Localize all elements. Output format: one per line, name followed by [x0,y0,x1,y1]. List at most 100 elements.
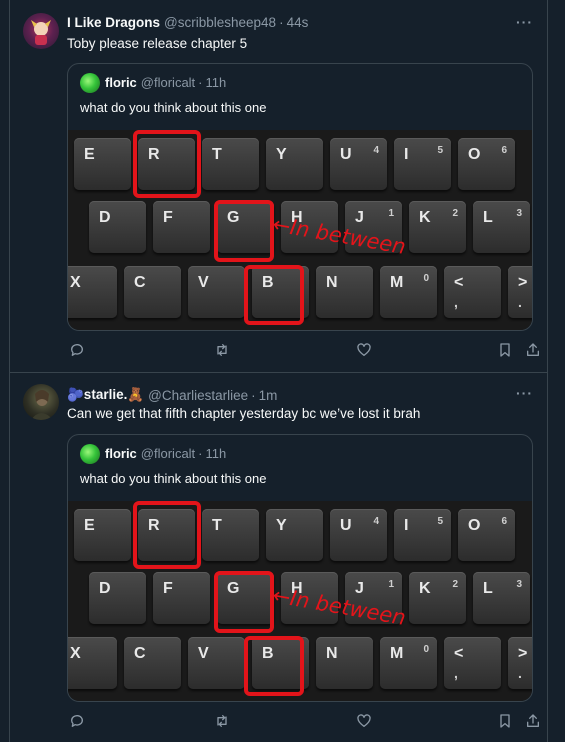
key-sublabel: 1 [388,579,394,590]
red-highlight-box [214,200,274,262]
keyboard-key: <, [444,266,501,318]
keyboard-key: E [74,509,131,561]
keyboard-key: U4 [330,509,387,561]
display-name[interactable]: 🫐starlie.🧸 [67,387,144,403]
red-highlight-box [133,501,201,569]
key-label: < [454,645,464,662]
quoted-avatar[interactable] [80,73,100,93]
display-name[interactable]: I Like Dragons [67,15,160,30]
keyboard-key: I5 [394,138,451,190]
key-sublabel: 3 [516,579,522,590]
key-label: L [483,209,493,226]
avatar-person-icon [31,390,53,420]
keyboard-photo[interactable]: E R T Y U 4 I 5 O 6 D F G H J 1 K 2 L 3 X C V B N M 0 <, >. ←In betwe… [68,501,532,701]
key-sublabel: 6 [501,145,507,156]
key-label: Y [276,517,287,534]
key-sublabel: 0 [423,273,429,284]
user-handle[interactable]: @scribblesheep48 [164,15,276,30]
avatar-dragon-icon [31,20,51,45]
tweet[interactable]: 🫐starlie.🧸 @Charliestarliee · 1m ··· Can… [9,373,547,742]
key-label: E [84,517,95,534]
key-label: D [99,209,111,226]
separator-dot: · [279,15,284,30]
key-label: C [134,274,146,291]
key-sublabel: 2 [452,579,458,590]
keyboard-key: L3 [473,572,530,624]
quoted-display-name[interactable]: floric [105,446,137,461]
ellipsis-icon[interactable]: ··· [516,385,533,401]
like-icon[interactable] [356,342,374,360]
tweet-actions [67,342,543,362]
keyboard-key: K2 [409,572,466,624]
avatar[interactable] [23,13,59,49]
keyboard-key: V [188,637,245,689]
quoted-handle[interactable]: @floricalt [141,75,195,90]
keyboard-photo[interactable]: E R T Y U 4 I 5 O 6 D F G H J 1 K 2 L 3 X C V B N M 0 <, >. ←In betwe… [68,130,532,330]
key-label: U [340,517,352,534]
keyboard-key: I5 [394,509,451,561]
key-sublabel: 4 [373,516,379,527]
bookmark-icon[interactable] [497,342,515,360]
key-label: J [355,580,364,597]
keyboard-key: O6 [458,138,515,190]
key-label: N [326,645,338,662]
quoted-timestamp[interactable]: 11h [206,75,227,90]
reply-icon[interactable] [69,713,87,731]
keyboard-key: >. [508,637,532,689]
key-label: F [163,580,173,597]
tweet-text: Toby please release chapter 5 [67,36,248,51]
keyboard-key: N [316,266,373,318]
quoted-tweet[interactable]: floric @floricalt · 11h what do you thin… [67,434,533,702]
bookmark-icon[interactable] [497,713,515,731]
quoted-timestamp[interactable]: 11h [206,446,227,461]
reply-icon[interactable] [69,342,87,360]
key-label: I [404,517,409,534]
tweet-actions [67,713,543,733]
quoted-handle[interactable]: @floricalt [141,446,195,461]
timestamp[interactable]: 1m [259,388,278,403]
quoted-avatar[interactable] [80,444,100,464]
key-label: > [518,645,528,662]
key-sublabel: , [454,294,458,310]
key-label: < [454,274,464,291]
key-sublabel: 4 [373,145,379,156]
timestamp[interactable]: 44s [287,15,309,30]
retweet-icon[interactable] [214,713,232,731]
keyboard-key: D [89,201,146,253]
separator-dot: · [251,387,256,403]
separator-dot: · [198,446,203,461]
key-sublabel: , [454,665,458,681]
key-label: J [355,209,364,226]
key-label: N [326,274,338,291]
key-sublabel: 5 [437,145,443,156]
keyboard-key: E [74,138,131,190]
key-label: F [163,209,173,226]
keyboard-key: M0 [380,266,437,318]
key-label: O [468,146,481,163]
like-icon[interactable] [356,713,374,731]
share-icon[interactable] [525,342,543,360]
retweet-icon[interactable] [214,342,232,360]
key-label: T [212,517,222,534]
key-label: E [84,146,95,163]
timeline-right-border [547,0,548,742]
keyboard-key: D [89,572,146,624]
share-icon[interactable] [525,713,543,731]
red-highlight-box [244,265,304,325]
keyboard-key: O6 [458,509,515,561]
keyboard-key: Y [266,138,323,190]
quoted-tweet[interactable]: floric @floricalt · 11h what do you thin… [67,63,533,331]
keyboard-key: K2 [409,201,466,253]
avatar[interactable] [23,384,59,420]
quoted-display-name[interactable]: floric [105,75,137,90]
separator-dot: · [198,75,203,90]
tweet[interactable]: I Like Dragons @scribblesheep48 · 44s ··… [9,0,547,372]
key-label: O [468,517,481,534]
user-handle[interactable]: @Charliestarliee [148,388,248,403]
quoted-text: what do you think about this one [80,100,267,115]
keyboard-key: M0 [380,637,437,689]
quoted-text: what do you think about this one [80,471,267,486]
ellipsis-icon[interactable]: ··· [516,14,533,30]
key-label: M [390,274,404,291]
key-sublabel: 0 [423,644,429,655]
